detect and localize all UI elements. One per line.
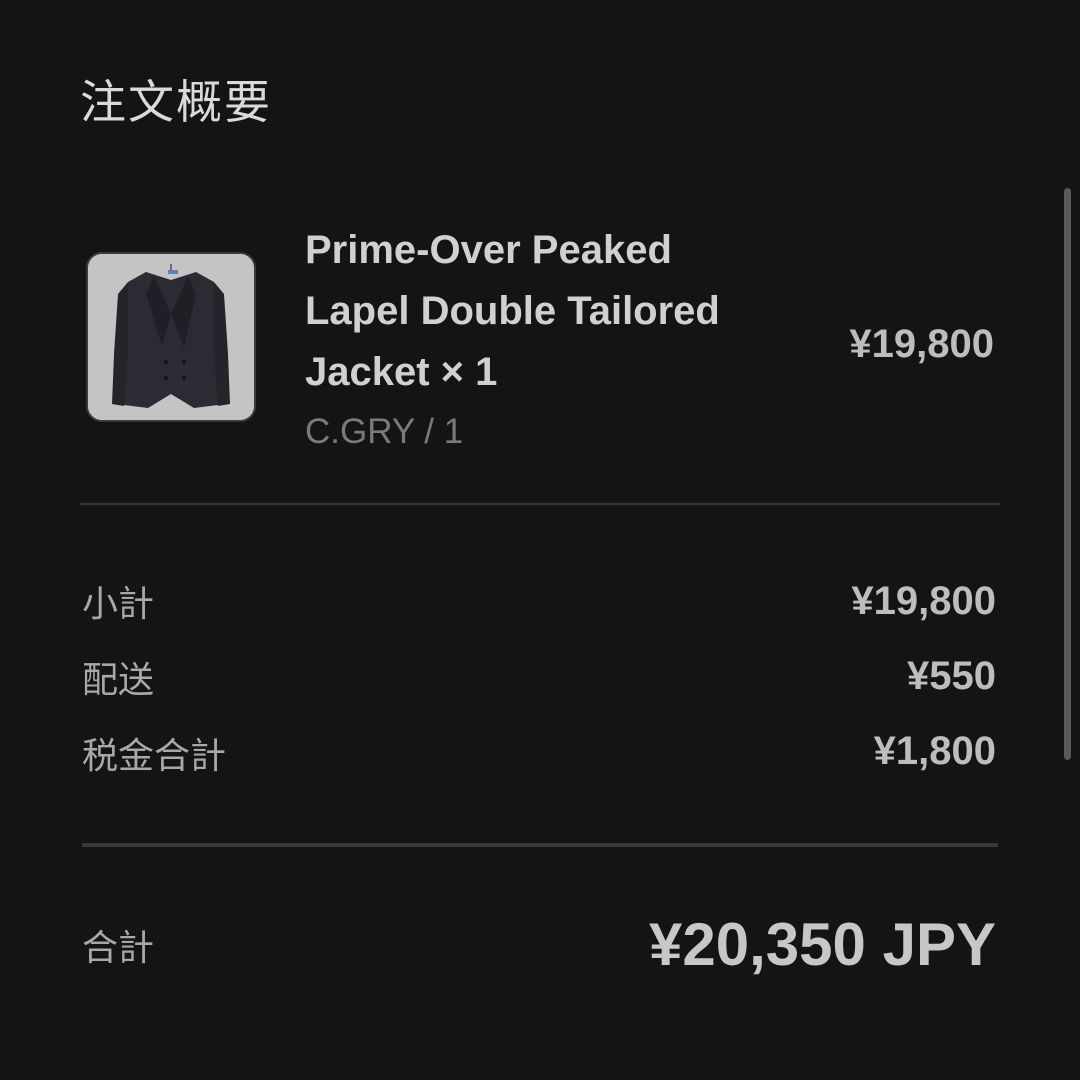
total-value: ¥20,350 JPY — [649, 911, 996, 978]
shipping-value: ¥550 — [907, 654, 996, 698]
product-price: ¥19,800 — [849, 322, 994, 366]
product-name[interactable]: Prime-Over Peaked Lapel Double Tailored … — [305, 220, 785, 403]
divider — [82, 843, 998, 847]
product-variant: C.GRY / 1 — [305, 412, 464, 451]
jacket-icon — [88, 254, 254, 420]
page-title: 注文概要 — [80, 75, 272, 129]
subtotal-label: 小計 — [82, 584, 155, 625]
divider — [80, 503, 1000, 505]
subtotal-value: ¥19,800 — [851, 579, 996, 623]
product-thumbnail[interactable] — [86, 252, 256, 422]
tax-label: 税金合計 — [82, 736, 227, 777]
shipping-label: 配送 — [82, 660, 155, 701]
tax-value: ¥1,800 — [873, 729, 996, 773]
total-label: 合計 — [82, 928, 155, 969]
scrollbar[interactable] — [1064, 188, 1071, 760]
